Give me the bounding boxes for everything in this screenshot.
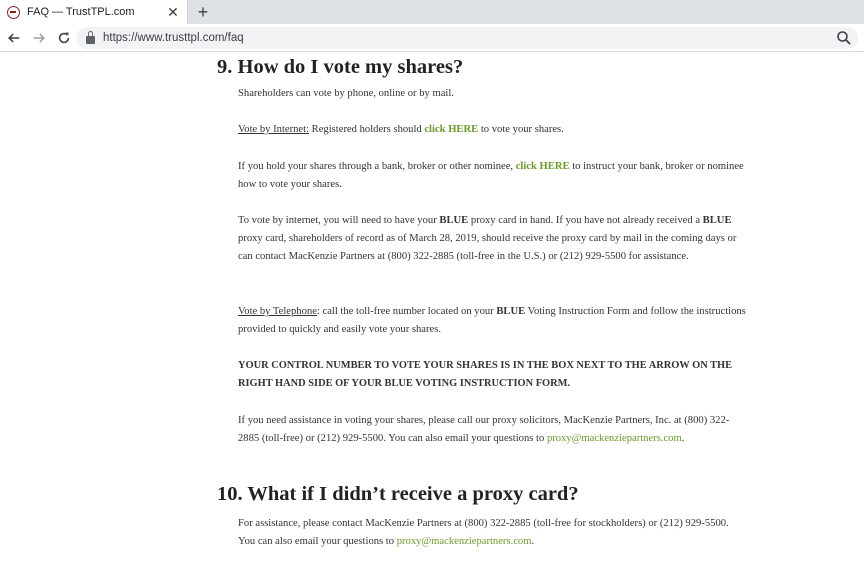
url-text[interactable]: https://www.trusttpl.com/faq [103, 32, 836, 44]
faq9-telephone-paragraph: Vote by Telephone: call the toll-free nu… [238, 303, 748, 339]
plus-icon[interactable]: + [193, 2, 213, 22]
text: Registered holders should [309, 124, 425, 135]
tab-faq[interactable]: FAQ — TrustTPL.com ✕ [0, 0, 188, 24]
text: to vote your shares. [478, 124, 564, 135]
text: To vote by internet, you will need to ha… [238, 215, 440, 226]
faq9-proxy-card-paragraph: To vote by internet, you will need to ha… [238, 212, 748, 267]
tab-title: FAQ — TrustTPL.com [27, 6, 135, 18]
email-link[interactable]: proxy@mackenziepartners.com [397, 536, 532, 547]
page-content: 9. How do I vote my shares? Shareholders… [0, 53, 864, 566]
browser-toolbar: https://www.trusttpl.com/faq [0, 24, 864, 52]
forward-arrow-icon[interactable] [28, 27, 50, 49]
faq9-heading: 9. How do I vote my shares? [217, 56, 464, 78]
text: If you hold your shares through a bank, … [238, 161, 516, 172]
text: : call the toll-free number located on y… [316, 306, 497, 317]
click-here-link-nominee[interactable]: click HERE [516, 161, 570, 172]
text: proxy card, shareholders of record as of… [238, 233, 737, 263]
vote-internet-label: Vote by Internet: [238, 124, 310, 135]
faq9-nominee-paragraph: If you hold your shares through a bank, … [238, 158, 748, 194]
email-link[interactable]: proxy@mackenziepartners.com [547, 433, 682, 444]
click-here-link-registered[interactable]: click HERE [424, 124, 478, 135]
blue-bold: BLUE [439, 215, 469, 226]
reload-icon[interactable] [53, 27, 75, 49]
lock-icon [86, 30, 95, 44]
back-arrow-icon[interactable] [3, 27, 25, 49]
blue-bold: BLUE [702, 215, 732, 226]
control-number-notice: YOUR CONTROL NUMBER TO VOTE YOUR SHARES … [238, 360, 733, 390]
faq10-heading: 10. What if I didn’t receive a proxy car… [217, 483, 579, 505]
vote-telephone-label: Vote by Telephone [238, 306, 317, 317]
address-bar[interactable]: https://www.trusttpl.com/faq [76, 27, 858, 49]
text: . [681, 433, 685, 445]
close-icon[interactable]: ✕ [165, 4, 181, 20]
faq10-paragraph: For assistance, please contact MacKenzie… [238, 515, 748, 551]
faq9-assistance-paragraph: If you need assistance in voting your sh… [238, 412, 748, 448]
search-icon[interactable] [836, 30, 852, 46]
favicon-icon [7, 5, 20, 19]
faq9-internet-paragraph: Vote by Internet: Registered holders sho… [238, 121, 748, 139]
text: proxy card in hand. If you have not alre… [468, 215, 703, 226]
blue-bold: BLUE [496, 306, 526, 317]
faq9-intro: Shareholders can vote by phone, online o… [238, 88, 454, 99]
text: . [531, 536, 535, 548]
tab-strip: FAQ — TrustTPL.com ✕ + [0, 0, 864, 24]
